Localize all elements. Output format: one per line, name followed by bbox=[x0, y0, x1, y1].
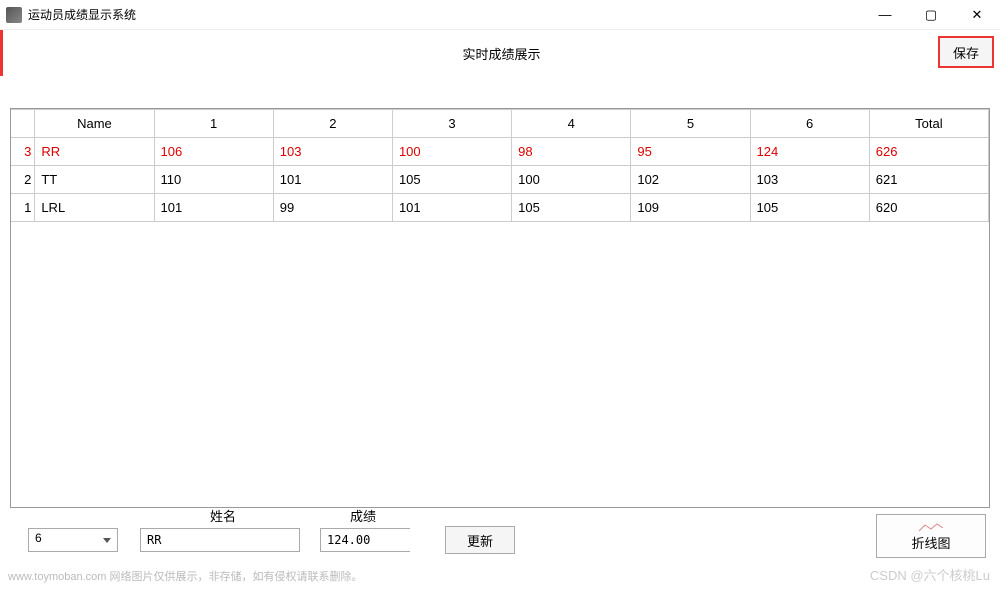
table-cell[interactable]: 101 bbox=[154, 194, 273, 222]
titlebar: 运动员成绩显示系统 — ▢ ✕ bbox=[0, 0, 1000, 30]
table-cell[interactable]: 109 bbox=[631, 194, 750, 222]
row-number: 2 bbox=[11, 166, 35, 194]
table-cell[interactable]: 105 bbox=[392, 166, 511, 194]
table-row[interactable]: 2TT110101105100102103621 bbox=[11, 166, 989, 194]
table-cell[interactable]: TT bbox=[35, 166, 154, 194]
watermark-right: CSDN @六个核桃Lu bbox=[870, 565, 990, 584]
table-cell[interactable]: 99 bbox=[273, 194, 392, 222]
maximize-button[interactable]: ▢ bbox=[908, 0, 954, 30]
table-cell[interactable]: RR bbox=[35, 138, 154, 166]
table-cell[interactable]: 103 bbox=[273, 138, 392, 166]
col-3[interactable]: 3 bbox=[392, 110, 511, 138]
update-button[interactable]: 更新 bbox=[445, 526, 515, 554]
window-title: 运动员成绩显示系统 bbox=[28, 6, 136, 23]
save-button[interactable]: 保存 bbox=[938, 36, 994, 68]
table-cell[interactable]: 102 bbox=[631, 166, 750, 194]
app-icon bbox=[6, 7, 22, 23]
row-number: 3 bbox=[11, 138, 35, 166]
name-label: 姓名 bbox=[210, 506, 236, 525]
row-number: 1 bbox=[11, 194, 35, 222]
score-spinner[interactable]: ▲ ▼ bbox=[320, 528, 410, 552]
col-6[interactable]: 6 bbox=[750, 110, 869, 138]
table-cell[interactable]: 620 bbox=[869, 194, 988, 222]
table-cell[interactable]: 100 bbox=[512, 166, 631, 194]
round-select-value: 6 bbox=[35, 531, 42, 545]
table-header-row: Name 1 2 3 4 5 6 Total bbox=[11, 110, 989, 138]
col-4[interactable]: 4 bbox=[512, 110, 631, 138]
table-cell[interactable]: 95 bbox=[631, 138, 750, 166]
score-table: Name 1 2 3 4 5 6 Total 3RR10610310098951… bbox=[10, 108, 990, 508]
col-5[interactable]: 5 bbox=[631, 110, 750, 138]
watermark-left: www.toymoban.com 网络图片仅供展示，非存储，如有侵权请联系删除。 bbox=[8, 568, 362, 584]
line-chart-button[interactable]: 折线图 bbox=[876, 514, 986, 558]
round-select[interactable]: 6 bbox=[28, 528, 118, 552]
page-subtitle: 实时成绩展示 bbox=[3, 44, 1000, 63]
name-input[interactable] bbox=[140, 528, 300, 552]
line-chart-icon bbox=[919, 521, 943, 531]
col-1[interactable]: 1 bbox=[154, 110, 273, 138]
score-label: 成绩 bbox=[350, 506, 376, 525]
table-cell[interactable]: 621 bbox=[869, 166, 988, 194]
table-cell[interactable]: 124 bbox=[750, 138, 869, 166]
line-chart-label: 折线图 bbox=[911, 533, 950, 552]
bottom-bar: 姓名 成绩 6 ▲ ▼ 更新 折线图 bbox=[0, 500, 1000, 560]
table-cell[interactable]: 105 bbox=[512, 194, 631, 222]
table-row[interactable]: 3RR1061031009895124626 bbox=[11, 138, 989, 166]
col-2[interactable]: 2 bbox=[273, 110, 392, 138]
minimize-button[interactable]: — bbox=[862, 0, 908, 30]
table-cell[interactable]: 101 bbox=[392, 194, 511, 222]
table-cell[interactable]: 110 bbox=[154, 166, 273, 194]
table-cell[interactable]: 103 bbox=[750, 166, 869, 194]
table-cell[interactable]: 105 bbox=[750, 194, 869, 222]
table-cell[interactable]: 101 bbox=[273, 166, 392, 194]
table-cell[interactable]: 626 bbox=[869, 138, 988, 166]
table-cell[interactable]: LRL bbox=[35, 194, 154, 222]
col-name[interactable]: Name bbox=[35, 110, 154, 138]
table-row[interactable]: 1LRL10199101105109105620 bbox=[11, 194, 989, 222]
col-total[interactable]: Total bbox=[869, 110, 988, 138]
close-button[interactable]: ✕ bbox=[954, 0, 1000, 30]
table-cell[interactable]: 100 bbox=[392, 138, 511, 166]
table-cell[interactable]: 106 bbox=[154, 138, 273, 166]
table-cell[interactable]: 98 bbox=[512, 138, 631, 166]
